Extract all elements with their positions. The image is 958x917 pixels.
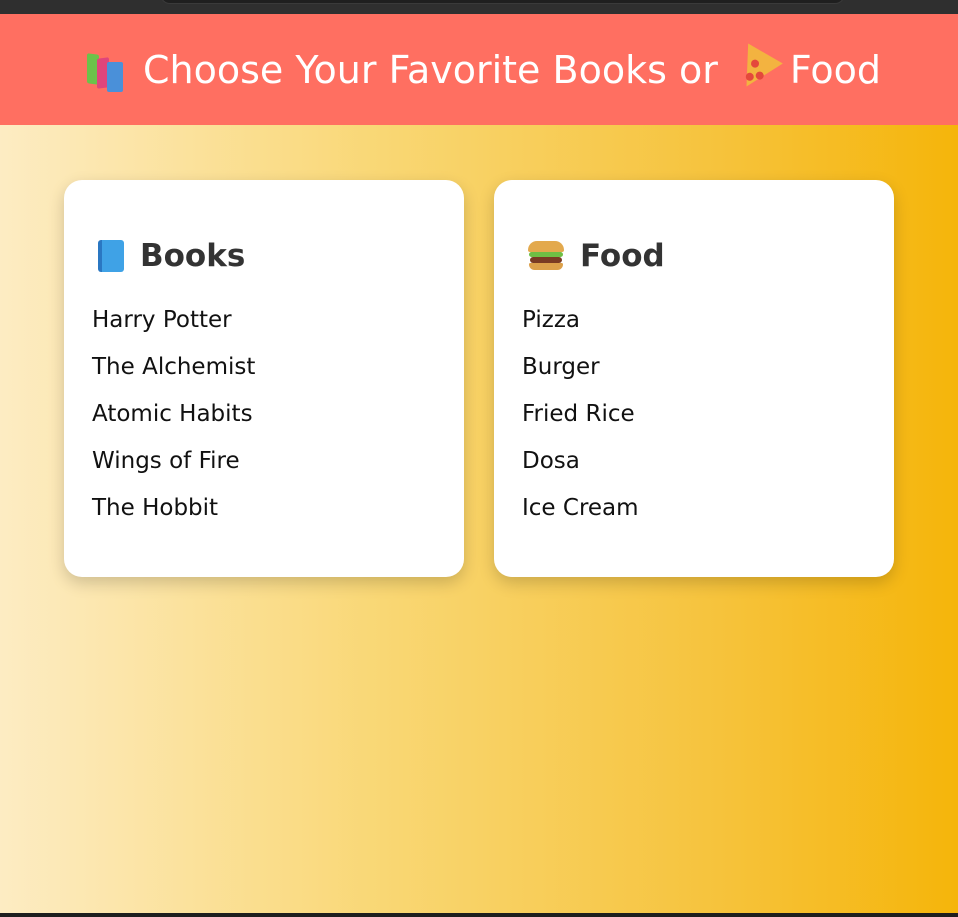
browser-chrome-top bbox=[0, 0, 958, 14]
page-title-part1: Choose Your Favorite Books or bbox=[143, 47, 718, 92]
food-card: Food Pizza Burger Fried Rice Dosa Ice Cr… bbox=[494, 180, 894, 577]
list-item: The Alchemist bbox=[92, 354, 256, 380]
burger-icon bbox=[528, 241, 564, 271]
list-item: Atomic Habits bbox=[92, 401, 253, 427]
page-header: Choose Your Favorite Books or Food bbox=[0, 14, 958, 125]
list-item: Harry Potter bbox=[92, 307, 232, 333]
blue-book-icon bbox=[98, 240, 124, 272]
list-item: Dosa bbox=[522, 448, 580, 474]
food-heading: Food bbox=[528, 238, 866, 274]
list-item: The Hobbit bbox=[92, 495, 219, 521]
books-heading-label: Books bbox=[140, 238, 246, 274]
pizza-icon bbox=[729, 43, 783, 96]
page-title: Choose Your Favorite Books or Food bbox=[85, 43, 881, 96]
list-item: Wings of Fire bbox=[92, 448, 240, 474]
bottom-edge bbox=[0, 913, 958, 917]
books-list: Harry Potter The Alchemist Atomic Habits… bbox=[92, 304, 436, 539]
food-list: Pizza Burger Fried Rice Dosa Ice Cream bbox=[522, 304, 866, 539]
list-item: Burger bbox=[522, 354, 600, 380]
food-heading-label: Food bbox=[580, 238, 665, 274]
books-card: Books Harry Potter The Alchemist Atomic … bbox=[64, 180, 464, 577]
browser-tab-edge bbox=[160, 0, 845, 4]
list-item: Fried Rice bbox=[522, 401, 635, 427]
books-icon bbox=[85, 50, 129, 92]
list-item: Ice Cream bbox=[522, 495, 639, 521]
list-item: Pizza bbox=[522, 307, 580, 333]
books-heading: Books bbox=[98, 238, 436, 274]
page-title-part2: Food bbox=[789, 47, 881, 92]
page-background: Choose Your Favorite Books or Food Books… bbox=[0, 14, 958, 913]
